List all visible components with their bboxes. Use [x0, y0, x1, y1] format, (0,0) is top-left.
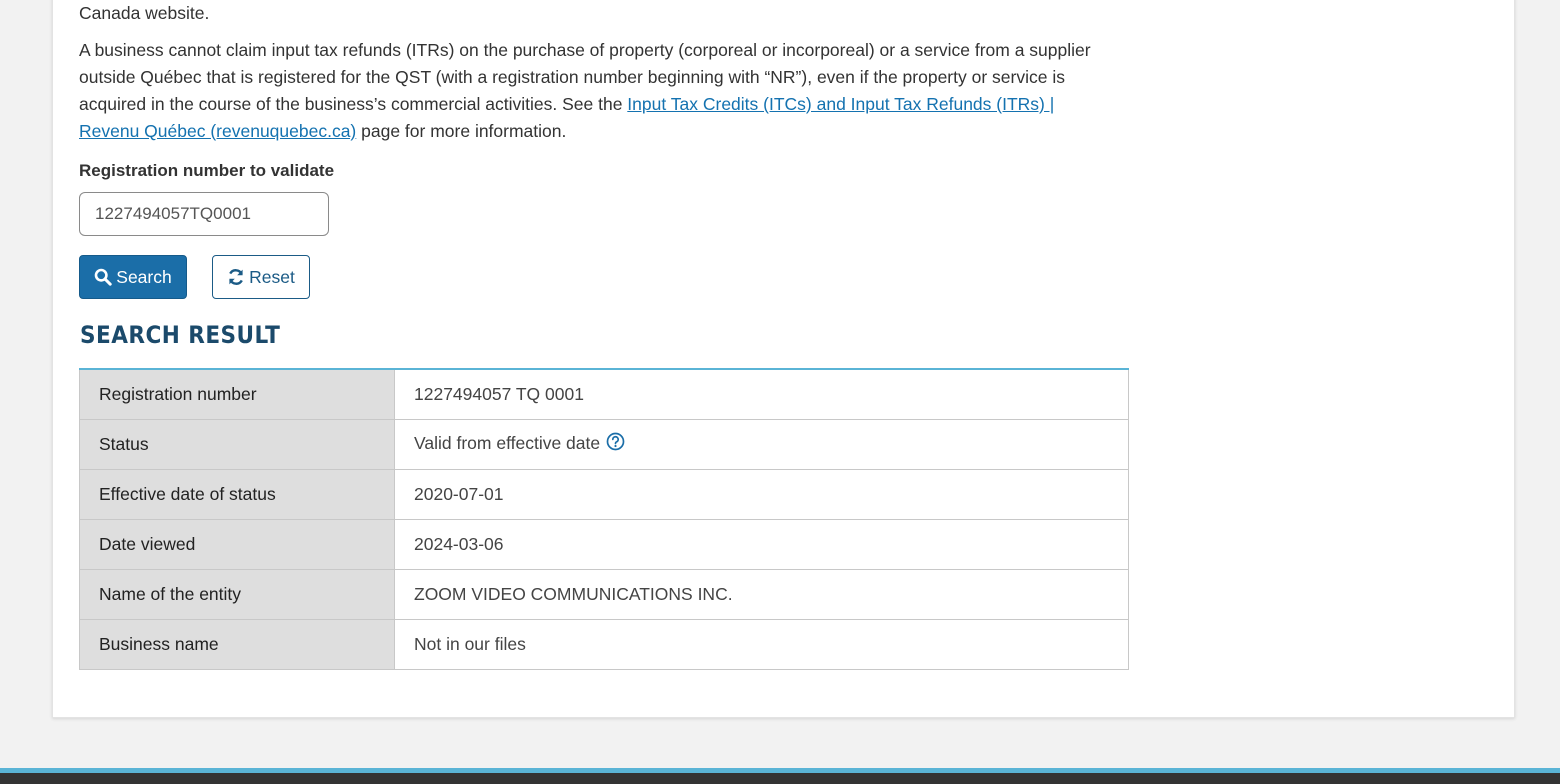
search-result-table: Registration number 1227494057 TQ 0001 S…: [79, 368, 1129, 670]
row-value: Not in our files: [394, 618, 1129, 670]
search-icon: [94, 268, 112, 286]
refresh-icon: [227, 268, 245, 286]
registration-number-label: Registration number to validate: [79, 161, 335, 180]
table-row-registration-number: Registration number 1227494057 TQ 0001: [79, 368, 1129, 420]
table-row-effective-date: Effective date of status 2020-07-01: [79, 468, 1129, 520]
registration-number-input[interactable]: [79, 192, 329, 236]
row-key: Business name: [79, 618, 395, 670]
row-key: Registration number: [79, 368, 395, 420]
main-card: Canada website. A business cannot claim …: [52, 0, 1515, 718]
footer-bar: [0, 768, 1560, 784]
table-row-business-name: Business name Not in our files: [79, 618, 1129, 670]
row-value-cell: Valid from effective date: [394, 418, 1129, 470]
row-key: Status: [79, 418, 395, 470]
row-value: ZOOM VIDEO COMMUNICATIONS INC.: [394, 568, 1129, 620]
reset-button[interactable]: Reset: [212, 255, 310, 299]
row-key: Date viewed: [79, 518, 395, 570]
para-text-after-link: page for more information.: [356, 121, 567, 141]
table-row-status: Status Valid from effective date: [79, 418, 1129, 470]
intro-tail-text: Canada website.: [79, 3, 210, 23]
search-button-label: Search: [116, 266, 172, 287]
table-row-entity-name: Name of the entity ZOOM VIDEO COMMUNICAT…: [79, 568, 1129, 620]
reset-button-label: Reset: [249, 266, 295, 287]
row-key: Name of the entity: [79, 568, 395, 620]
row-value: 2020-07-01: [394, 468, 1129, 520]
question-circle-icon[interactable]: [606, 432, 625, 456]
table-row-date-viewed: Date viewed 2024-03-06: [79, 518, 1129, 570]
search-button[interactable]: Search: [79, 255, 187, 299]
status-value: Valid from effective date: [414, 433, 601, 453]
search-result-heading: SEARCH RESULT: [80, 321, 281, 349]
row-value: 1227494057 TQ 0001: [394, 368, 1129, 420]
itr-paragraph: A business cannot claim input tax refund…: [79, 37, 1119, 145]
row-key: Effective date of status: [79, 468, 395, 520]
row-value: 2024-03-06: [394, 518, 1129, 570]
